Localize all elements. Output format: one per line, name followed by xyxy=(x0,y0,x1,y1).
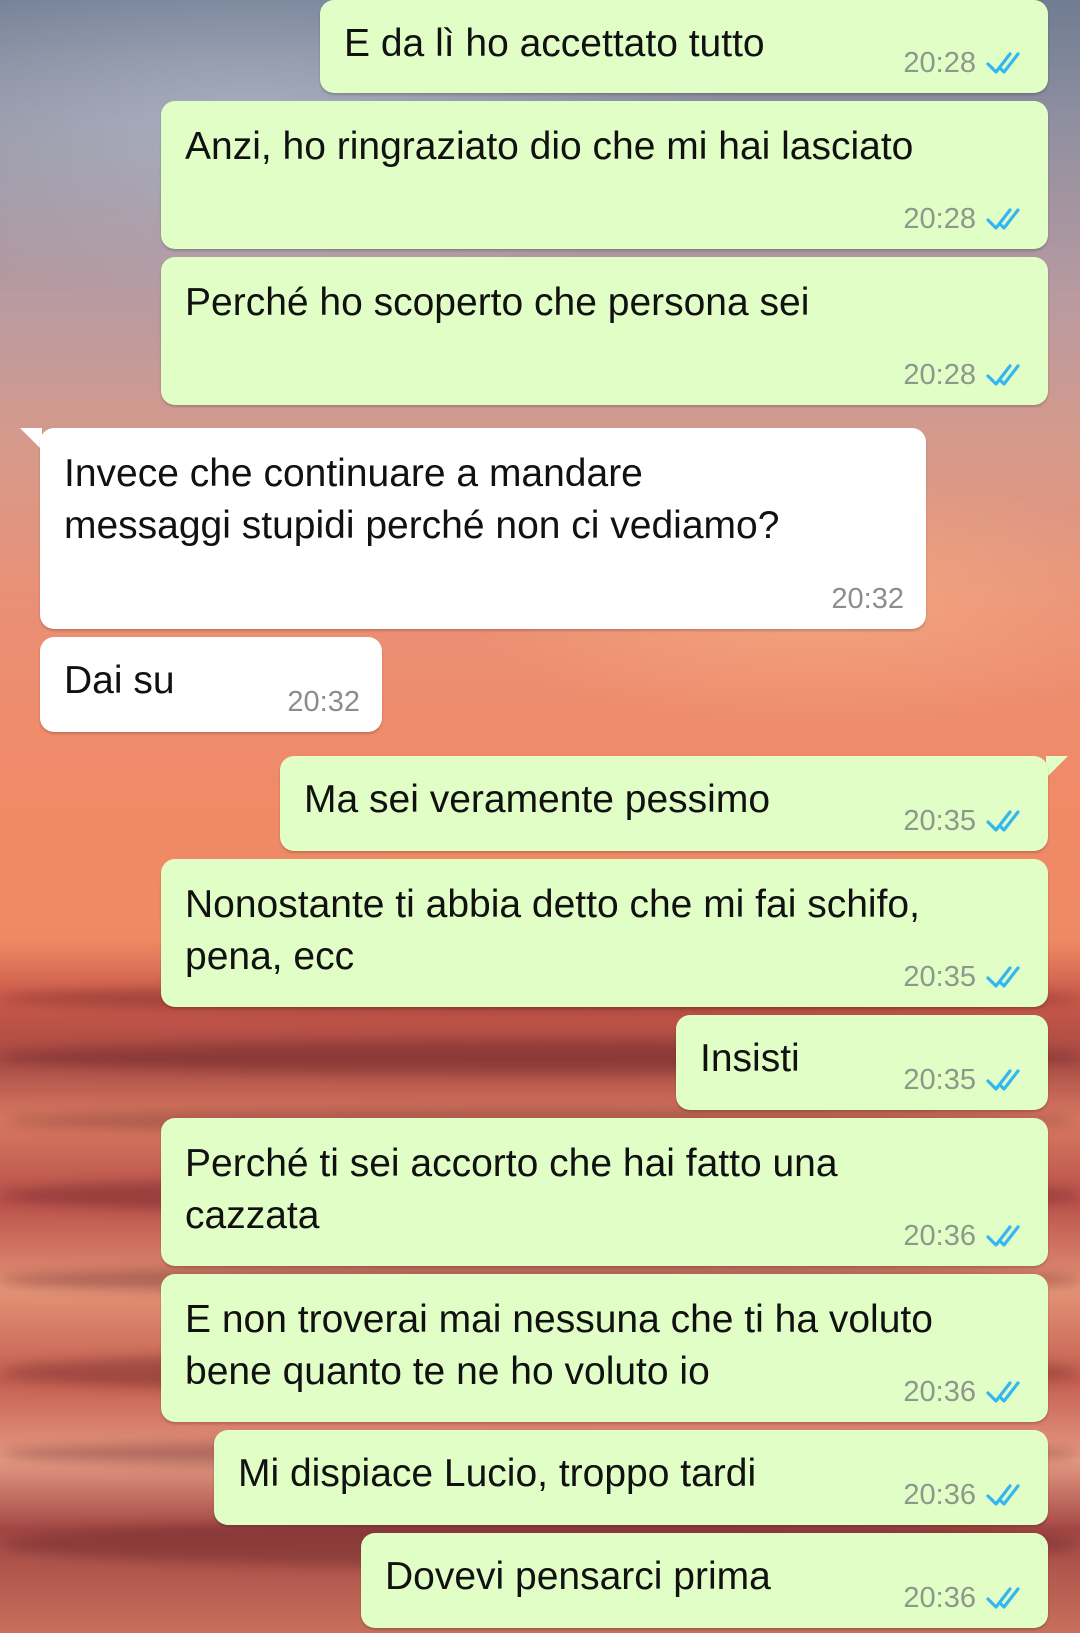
message-meta: 20:28 xyxy=(903,47,1026,79)
message-timestamp: 20:35 xyxy=(903,1064,976,1096)
outgoing-message[interactable]: Ma sei veramente pessimo 20:35 xyxy=(280,756,1048,851)
outgoing-message[interactable]: E non troverai mai nessuna che ti ha vol… xyxy=(161,1274,1048,1422)
outgoing-message[interactable]: Dovevi pensarci prima 20:36 xyxy=(361,1533,1048,1628)
read-double-check-icon xyxy=(986,1069,1020,1091)
message-meta: 20:32 xyxy=(831,583,904,615)
message-meta: 20:36 xyxy=(903,1479,1026,1511)
outgoing-bubble-tail xyxy=(1046,756,1068,778)
outgoing-message[interactable]: E da lì ho accettato tutto 20:28 xyxy=(320,0,1048,93)
read-double-check-icon xyxy=(986,1587,1020,1609)
outgoing-message[interactable]: Perché ti sei accorto che hai fatto una … xyxy=(161,1118,1048,1266)
message-meta: 20:32 xyxy=(287,686,360,718)
read-double-check-icon xyxy=(986,208,1020,230)
read-double-check-icon xyxy=(986,1484,1020,1506)
message-meta: 20:28 xyxy=(903,359,1026,391)
message-meta: 20:35 xyxy=(903,961,1026,993)
message-timestamp: 20:35 xyxy=(903,961,976,993)
message-text: Nonostante ti abbia detto che mi fai sch… xyxy=(185,883,920,978)
outgoing-message[interactable]: Mi dispiace Lucio, troppo tardi 20:36 xyxy=(214,1430,1048,1525)
message-text: Insisti xyxy=(700,1037,800,1080)
incoming-message[interactable]: Dai su 20:32 xyxy=(40,637,382,732)
message-text: Perché ti sei accorto che hai fatto una … xyxy=(185,1142,838,1237)
message-text: Perché ho scoperto che persona sei xyxy=(185,281,810,324)
read-double-check-icon xyxy=(986,810,1020,832)
message-timestamp: 20:32 xyxy=(287,686,360,718)
message-meta: 20:35 xyxy=(903,1064,1026,1096)
message-timestamp: 20:32 xyxy=(831,583,904,615)
message-timestamp: 20:36 xyxy=(903,1582,976,1614)
message-meta: 20:36 xyxy=(903,1582,1026,1614)
read-double-check-icon xyxy=(986,1381,1020,1403)
outgoing-message[interactable]: Anzi, ho ringraziato dio che mi hai lasc… xyxy=(161,101,1048,249)
read-double-check-icon xyxy=(986,1225,1020,1247)
message-text: Ma sei veramente pessimo xyxy=(304,778,771,821)
message-text: E non troverai mai nessuna che ti ha vol… xyxy=(185,1298,933,1393)
message-meta: 20:36 xyxy=(903,1376,1026,1408)
message-timestamp: 20:36 xyxy=(903,1479,976,1511)
incoming-bubble-tail xyxy=(20,428,42,450)
message-timestamp: 20:28 xyxy=(903,203,976,235)
incoming-message[interactable]: Invece che continuare a mandare messaggi… xyxy=(40,428,926,629)
message-text: Anzi, ho ringraziato dio che mi hai lasc… xyxy=(185,125,914,168)
message-text: Dovevi pensarci prima xyxy=(385,1555,771,1598)
message-text: E da lì ho accettato tutto xyxy=(344,22,765,65)
message-timestamp: 20:36 xyxy=(903,1376,976,1408)
message-meta: 20:35 xyxy=(903,805,1026,837)
message-timestamp: 20:28 xyxy=(903,47,976,79)
message-text: Invece che continuare a mandare messaggi… xyxy=(64,452,780,547)
outgoing-message[interactable]: Insisti 20:35 xyxy=(676,1015,1048,1110)
read-double-check-icon xyxy=(986,52,1020,74)
message-timestamp: 20:35 xyxy=(903,805,976,837)
message-timestamp: 20:28 xyxy=(903,359,976,391)
read-double-check-icon xyxy=(986,966,1020,988)
message-list[interactable]: E da lì ho accettato tutto 20:28 Anzi, ho … xyxy=(0,0,1080,1633)
outgoing-message[interactable]: Perché ho scoperto che persona sei 20:28 xyxy=(161,257,1048,405)
message-meta: 20:36 xyxy=(903,1220,1026,1252)
outgoing-message[interactable]: Nonostante ti abbia detto che mi fai sch… xyxy=(161,859,1048,1007)
message-text: Dai su xyxy=(64,659,175,702)
message-meta: 20:28 xyxy=(903,203,1026,235)
read-double-check-icon xyxy=(986,364,1020,386)
message-timestamp: 20:36 xyxy=(903,1220,976,1252)
message-text: Mi dispiace Lucio, troppo tardi xyxy=(238,1452,757,1495)
